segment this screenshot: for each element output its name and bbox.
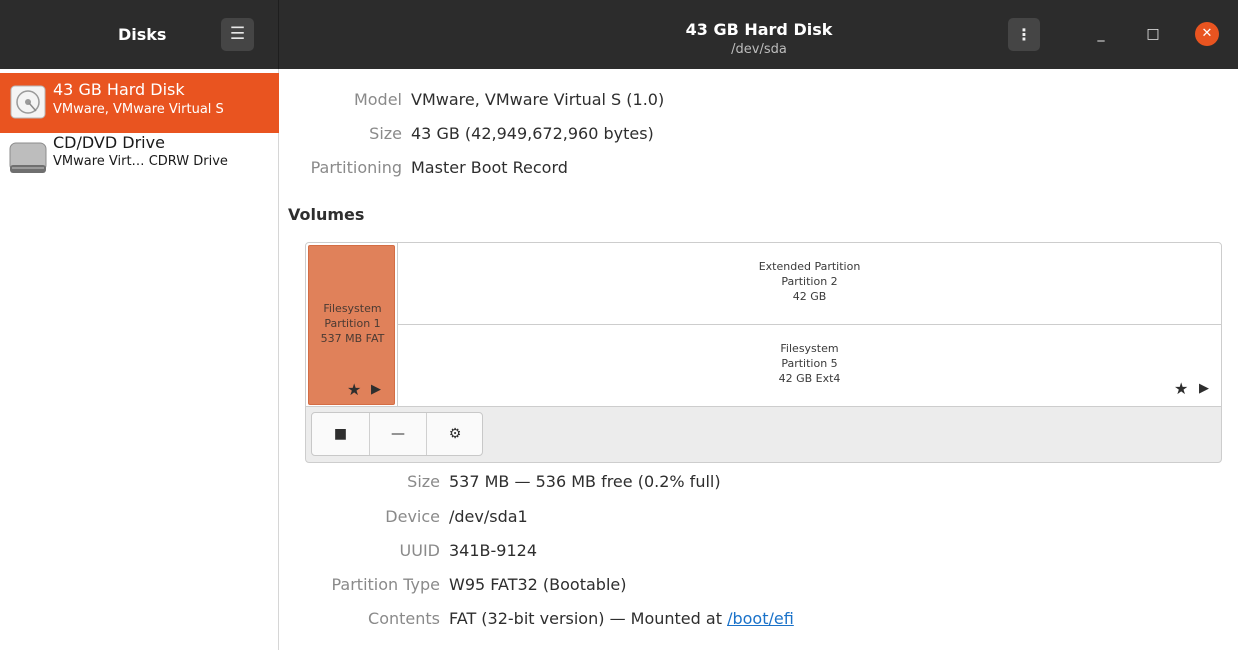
drive-subtitle: VMware Virt… CDRW Drive [53, 154, 228, 169]
partition-type-value: W95 FAT32 (Bootable) [449, 575, 627, 594]
partition-5-size: 42 GB Ext4 [778, 372, 841, 385]
optical-drive-icon [9, 142, 47, 173]
drive-list: 43 GB Hard Disk VMware, VMware Virtual S… [0, 69, 279, 650]
contents-value: FAT (32-bit version) — Mounted at /boot/… [449, 609, 794, 628]
extended-partition-name: Partition 2 [781, 275, 838, 288]
star-icon: ★ [347, 380, 362, 399]
model-label: Model [353, 90, 402, 109]
partition-map: Filesystem Partition 1 537 MB FAT ★ ▶ Ex… [306, 243, 1221, 407]
partition-5-type: Filesystem [780, 342, 839, 355]
partition-size-label: Size [407, 472, 440, 491]
vertical-dots-icon: ⋮ [1016, 25, 1032, 44]
partition-1-label: Filesystem Partition 1 537 MB FAT [309, 301, 396, 346]
uuid-value: 341B-9124 [449, 541, 538, 560]
drive-options-button[interactable]: ⋮ [1008, 18, 1040, 51]
close-button[interactable]: ✕ [1195, 22, 1219, 46]
minimize-button[interactable]: _ [1089, 22, 1113, 46]
hard-disk-icon [10, 85, 46, 119]
partition-1-name: Partition 1 [324, 317, 381, 330]
header-bar: Disks ☰ 43 GB Hard Disk /dev/sda ⋮ _ □ ✕ [0, 0, 1238, 69]
volumes-panel: Filesystem Partition 1 537 MB FAT ★ ▶ Ex… [305, 242, 1222, 463]
gears-icon: ⚙ [448, 426, 462, 442]
device-value: /dev/sda1 [449, 507, 528, 526]
stop-icon: ■ [333, 426, 348, 442]
unmount-button[interactable]: ■ [312, 413, 369, 455]
disk-size-value: 43 GB (42,949,672,960 bytes) [411, 124, 654, 143]
model-value: VMware, VMware Virtual S (1.0) [411, 90, 665, 109]
extended-partition-label: Extended Partition Partition 2 42 GB [398, 259, 1221, 304]
drive-subtitle: VMware, VMware Virtual S [53, 102, 224, 117]
partition-5-block[interactable]: Filesystem Partition 5 42 GB Ext4 ★ ▶ [397, 325, 1221, 406]
partition-size-value: 537 MB — 536 MB free (0.2% full) [449, 472, 721, 491]
delete-partition-button[interactable]: — [369, 413, 426, 455]
mount-point-link[interactable]: /boot/efi [727, 609, 794, 628]
partitioning-value: Master Boot Record [411, 158, 568, 177]
star-icon: ★ [1174, 379, 1189, 398]
volumes-heading: Volumes [288, 205, 365, 224]
partition-type-label: Partition Type [331, 575, 440, 594]
minus-icon: — [391, 426, 405, 442]
drive-item-hard-disk[interactable]: 43 GB Hard Disk VMware, VMware Virtual S [0, 73, 279, 133]
partition-options-button[interactable]: ⚙ [426, 413, 483, 455]
play-icon: ▶ [371, 382, 381, 397]
drive-item-cd-dvd[interactable]: CD/DVD Drive VMware Virt… CDRW Drive [0, 129, 279, 189]
partition-5-label: Filesystem Partition 5 42 GB Ext4 [398, 341, 1221, 386]
partition-1-block[interactable]: Filesystem Partition 1 537 MB FAT ★ ▶ [308, 245, 395, 405]
device-label: Device [385, 507, 440, 526]
app-menu-button[interactable]: ☰ [221, 18, 254, 51]
play-icon: ▶ [1199, 381, 1209, 396]
partitioning-label: Partitioning [310, 158, 402, 177]
volume-toolbar: ■ — ⚙ [311, 412, 483, 456]
extended-partition-size: 42 GB [792, 290, 827, 303]
extended-partition-block[interactable]: Extended Partition Partition 2 42 GB [397, 243, 1221, 325]
drive-name: CD/DVD Drive [53, 133, 165, 152]
partition-1-size: 537 MB FAT [320, 332, 385, 345]
partition-1-type: Filesystem [323, 302, 382, 315]
drive-name: 43 GB Hard Disk [53, 80, 185, 99]
maximize-button[interactable]: □ [1141, 22, 1165, 46]
hamburger-icon: ☰ [229, 24, 246, 44]
disk-size-label: Size [369, 124, 402, 143]
extended-partition-type: Extended Partition [758, 260, 861, 273]
partition-5-name: Partition 5 [781, 357, 838, 370]
uuid-label: UUID [399, 541, 440, 560]
contents-text: FAT (32-bit version) — Mounted at [449, 609, 722, 628]
contents-label: Contents [368, 609, 440, 628]
